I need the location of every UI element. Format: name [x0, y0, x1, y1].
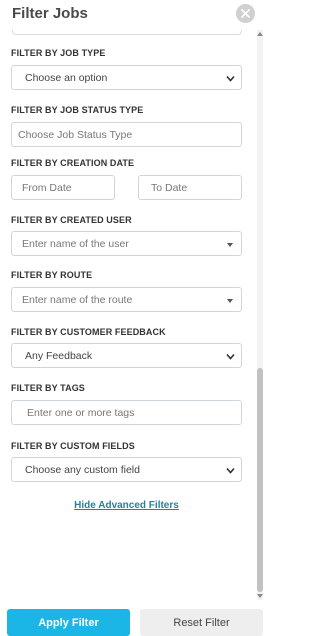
panel-footer: Apply Filter Reset Filter [0, 600, 263, 636]
customer-feedback-label: FILTER BY CUSTOMER FEEDBACK [11, 327, 166, 337]
job-status-type-placeholder: Choose Job Status Type [18, 129, 133, 141]
dropdown-arrow-icon [227, 243, 233, 247]
job-status-type-input[interactable]: Choose Job Status Type [11, 122, 242, 147]
hide-advanced-filters-link[interactable]: Hide Advanced Filters [0, 500, 253, 511]
custom-fields-select[interactable]: Choose any custom field [11, 457, 242, 482]
panel-title: Filter Jobs [12, 5, 88, 22]
chevron-down-icon [226, 75, 235, 82]
job-type-select[interactable]: Choose an option [11, 65, 242, 90]
customer-feedback-value: Any Feedback [25, 350, 93, 362]
close-button[interactable] [236, 4, 255, 23]
tags-placeholder: Enter one or more tags [27, 407, 135, 419]
created-user-select[interactable]: Enter name of the user [11, 231, 242, 256]
route-select[interactable]: Enter name of the route [11, 287, 242, 312]
reset-filter-button[interactable]: Reset Filter [140, 609, 263, 636]
job-type-label: FILTER BY JOB TYPE [11, 48, 106, 58]
custom-fields-label: FILTER BY CUSTOM FIELDS [11, 441, 135, 451]
previous-field-edge [12, 30, 242, 35]
tags-label: FILTER BY TAGS [11, 383, 85, 393]
scroll-down-arrow-icon[interactable] [257, 594, 263, 598]
close-icon [241, 9, 250, 18]
tags-input[interactable]: Enter one or more tags [11, 400, 242, 425]
creation-date-label: FILTER BY CREATION DATE [11, 158, 135, 168]
custom-fields-value: Choose any custom field [25, 464, 140, 476]
route-placeholder: Enter name of the route [22, 294, 133, 306]
created-user-placeholder: Enter name of the user [22, 238, 129, 250]
panel-header: Filter Jobs [0, 0, 263, 30]
route-label: FILTER BY ROUTE [11, 270, 93, 280]
created-user-label: FILTER BY CREATED USER [11, 215, 132, 225]
from-date-input[interactable]: From Date [11, 175, 115, 200]
job-type-value: Choose an option [25, 72, 108, 84]
apply-filter-button[interactable]: Apply Filter [7, 609, 130, 636]
chevron-down-icon [226, 353, 235, 360]
job-status-type-label: FILTER BY JOB STATUS TYPE [11, 105, 144, 115]
dropdown-arrow-icon [227, 299, 233, 303]
scroll-up-arrow-icon[interactable] [257, 32, 263, 36]
to-date-input[interactable]: To Date [138, 175, 242, 200]
customer-feedback-select[interactable]: Any Feedback [11, 343, 242, 368]
to-date-placeholder: To Date [151, 182, 188, 194]
chevron-down-icon [226, 467, 235, 474]
from-date-placeholder: From Date [22, 182, 72, 194]
scrollbar[interactable] [257, 30, 263, 600]
scrollbar-thumb[interactable] [257, 368, 263, 592]
filter-form: FILTER BY JOB TYPE Choose an option FILT… [0, 30, 263, 600]
